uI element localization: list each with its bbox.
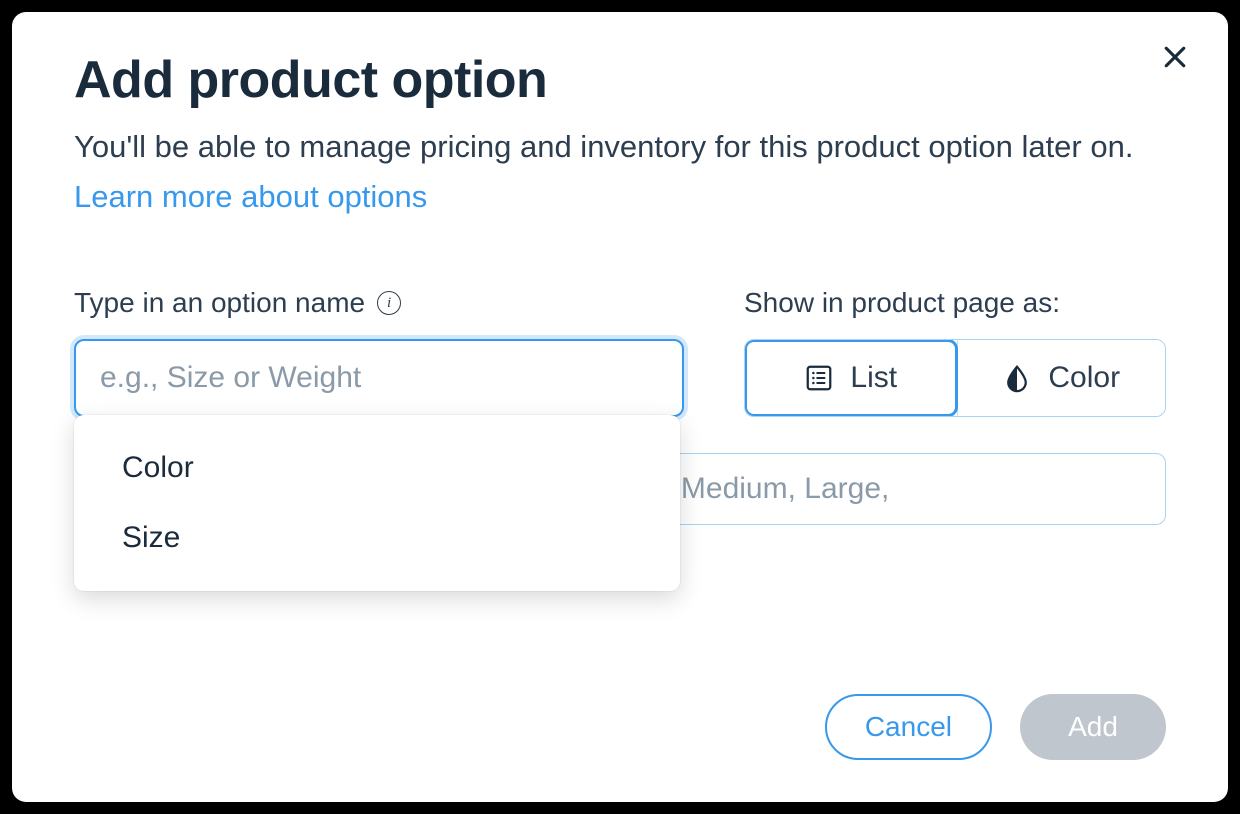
close-button[interactable]: [1160, 42, 1190, 77]
option-name-suggestions: Color Size: [74, 415, 680, 591]
modal-title: Add product option: [74, 50, 1166, 110]
cancel-button[interactable]: Cancel: [825, 694, 992, 760]
modal-subtitle: You'll be able to manage pricing and inv…: [74, 122, 1166, 221]
add-button-label: Add: [1068, 711, 1118, 743]
display-as-list-button[interactable]: List: [744, 339, 958, 417]
info-icon[interactable]: i: [377, 291, 401, 315]
suggestion-color[interactable]: Color: [74, 433, 680, 503]
display-as-field: Show in product page as: List: [744, 287, 1166, 417]
display-as-color-label: Color: [1048, 361, 1120, 395]
option-name-label-text: Type in an option name: [74, 287, 365, 319]
learn-more-link[interactable]: Learn more about options: [74, 179, 427, 214]
display-as-toggle: List Color: [744, 339, 1166, 417]
option-name-input[interactable]: [74, 339, 684, 417]
display-as-label-text: Show in product page as:: [744, 287, 1060, 319]
cancel-button-label: Cancel: [865, 711, 952, 743]
droplet-icon: [1002, 363, 1032, 393]
modal-footer: Cancel Add: [825, 694, 1166, 760]
list-icon: [804, 363, 834, 393]
suggestion-size[interactable]: Size: [74, 503, 680, 573]
subtitle-text: You'll be able to manage pricing and inv…: [74, 129, 1133, 164]
option-name-field: Type in an option name i Color Size: [74, 287, 684, 417]
display-as-list-label: List: [850, 361, 897, 395]
add-product-option-modal: Add product option You'll be able to man…: [12, 12, 1228, 802]
option-name-label: Type in an option name i: [74, 287, 684, 319]
display-as-color-button[interactable]: Color: [957, 340, 1166, 416]
add-button[interactable]: Add: [1020, 694, 1166, 760]
display-as-label: Show in product page as:: [744, 287, 1166, 319]
close-icon: [1160, 42, 1190, 72]
